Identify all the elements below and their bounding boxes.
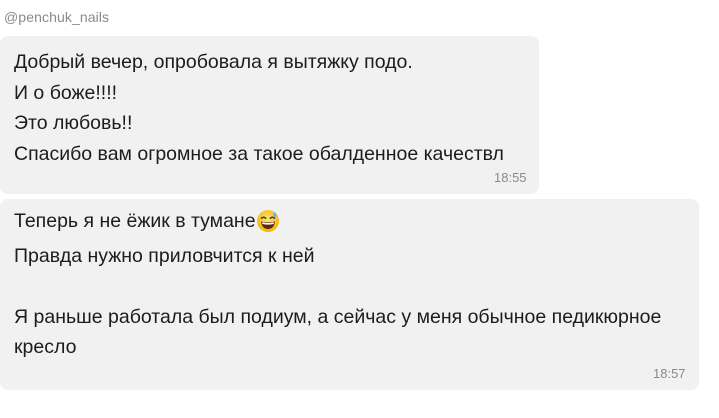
chat-view: @penchuk_nails Добрый вечер, опробовала …: [0, 0, 719, 418]
message-text-line: Это любовь!!: [14, 112, 133, 134]
message-bubble[interactable]: Теперь я не ёжик в тумане Правда нужно п…: [0, 199, 699, 390]
message-text-line: Я раньше работала был подиум, а сейчас у…: [14, 306, 662, 328]
message-text-line: Правда нужно приловчится к ней: [14, 245, 315, 267]
message-text: Теперь я не ёжик в тумане: [14, 210, 256, 232]
message-bubble[interactable]: Добрый вечер, опробовала я вытяжку подо.…: [0, 36, 539, 194]
message-text-line: Добрый вечер, опробовала я вытяжку подо.: [14, 51, 413, 73]
message-text-line: кресло: [14, 336, 77, 358]
message-timestamp: 18:55: [494, 170, 527, 185]
message-timestamp: 18:57: [653, 366, 686, 381]
message-text-line: Теперь я не ёжик в тумане: [14, 209, 280, 233]
message-text-line: Спасибо вам огромное за такое обалденное…: [14, 143, 504, 165]
message-text-line: И о боже!!!!: [14, 82, 118, 104]
grinning-sweat-emoji-icon: [256, 209, 280, 233]
sender-username[interactable]: @penchuk_nails: [4, 9, 109, 25]
